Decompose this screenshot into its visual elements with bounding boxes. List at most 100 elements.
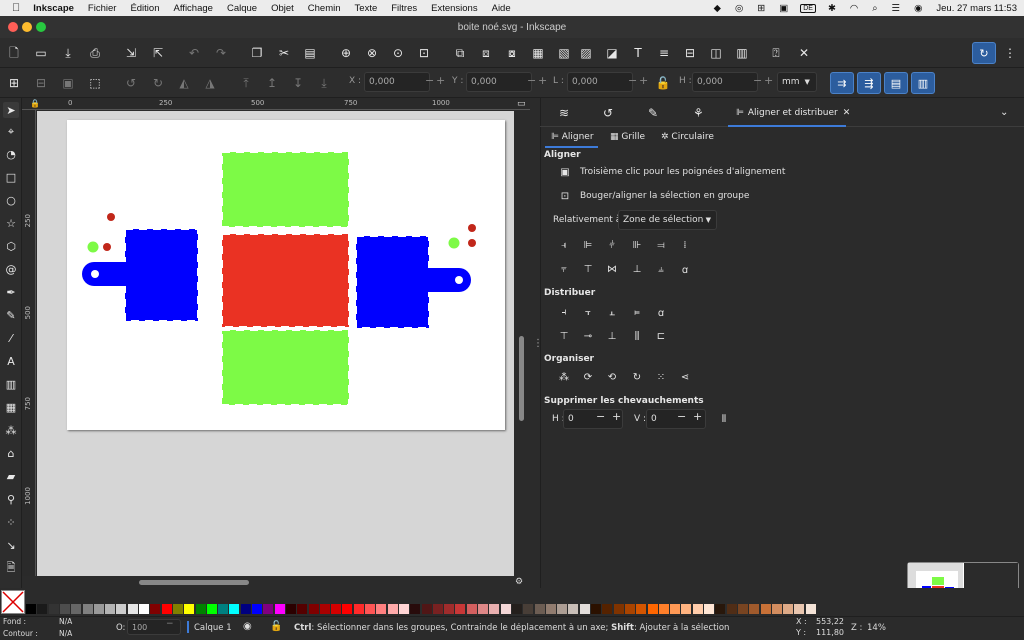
canvas-settings-icon[interactable]: ⚙: [515, 577, 523, 587]
color-swatch[interactable]: [82, 604, 93, 614]
center-horizontal-axis-icon[interactable]: ⋈: [605, 262, 619, 276]
color-swatch[interactable]: [229, 604, 240, 614]
move-gradient-button[interactable]: ▤: [884, 72, 908, 94]
align-bottom-edges-icon[interactable]: ⊥: [630, 262, 644, 276]
distribute-right-edges-icon[interactable]: ⫠: [605, 305, 619, 319]
align-baseline-icon[interactable]: ꭤ: [678, 262, 692, 276]
text-font-icon[interactable]: T: [630, 45, 646, 61]
color-swatch[interactable]: [760, 604, 771, 614]
keyboard-layout-badge[interactable]: DE: [800, 3, 816, 13]
align-left-edges-icon[interactable]: ⊫: [581, 238, 595, 252]
fill-value[interactable]: N/A: [59, 617, 72, 626]
layer-visibility-icon[interactable]: ◉: [243, 621, 252, 632]
distribute-gaps-h-icon[interactable]: ⫢: [630, 305, 644, 319]
color-swatch[interactable]: [500, 604, 511, 614]
star-tool-icon[interactable]: ☆: [3, 215, 19, 231]
y-decrement[interactable]: −: [527, 74, 536, 87]
menu-objet[interactable]: Objet: [264, 3, 301, 14]
redo-icon[interactable]: ↷: [213, 45, 229, 61]
preferences-icon[interactable]: ✕: [796, 45, 812, 61]
horizontal-scrollbar[interactable]: [37, 576, 514, 588]
deselect-all-icon[interactable]: ⬚: [87, 75, 103, 91]
randomize-icon[interactable]: ⁂: [557, 370, 571, 384]
color-swatch[interactable]: [726, 604, 737, 614]
color-swatch[interactable]: [783, 604, 794, 614]
paste-icon[interactable]: ▤: [302, 45, 318, 61]
cut-icon[interactable]: ✂: [276, 45, 292, 61]
layers-tab-icon[interactable]: ≋: [559, 106, 569, 120]
color-swatch[interactable]: [37, 604, 48, 614]
deselect-icon[interactable]: ▣: [60, 75, 76, 91]
current-layer[interactable]: Calque 1: [194, 623, 232, 633]
color-swatch[interactable]: [308, 604, 319, 614]
color-swatch[interactable]: [692, 604, 703, 614]
zoom-fit-icon[interactable]: ⊡: [416, 45, 432, 61]
display-tray-icon[interactable]: ▣: [772, 3, 795, 14]
flip-horizontal-icon[interactable]: ◭: [176, 75, 192, 91]
group-icon[interactable]: ▦: [530, 45, 546, 61]
mesh-tool-icon[interactable]: ▦: [3, 399, 19, 415]
arrange-connectors-icon[interactable]: ⋖: [678, 370, 692, 384]
find-replace-icon[interactable]: ⍰: [768, 45, 784, 61]
color-swatch[interactable]: [410, 604, 421, 614]
color-swatch[interactable]: [172, 604, 183, 614]
color-swatch[interactable]: [59, 604, 70, 614]
color-swatch[interactable]: [285, 604, 296, 614]
undo-icon[interactable]: ↶: [186, 45, 202, 61]
color-swatch[interactable]: [161, 604, 172, 614]
objects-icon[interactable]: ◫: [708, 45, 724, 61]
center-vertical-axis-icon[interactable]: ⫩: [605, 238, 619, 252]
color-swatch[interactable]: [387, 604, 398, 614]
export-icon[interactable]: ⇱: [150, 45, 166, 61]
width-decrement[interactable]: −: [628, 74, 637, 87]
raise-icon[interactable]: ↥: [264, 75, 280, 91]
color-swatch[interactable]: [297, 604, 308, 614]
zoom-value[interactable]: 14%: [867, 623, 886, 633]
color-swatch[interactable]: [127, 604, 138, 614]
save-document-icon[interactable]: ⤓: [60, 45, 76, 61]
color-swatch[interactable]: [206, 604, 217, 614]
color-swatch[interactable]: [398, 604, 409, 614]
unclump-icon[interactable]: ⁙: [654, 370, 668, 384]
color-swatch[interactable]: [489, 604, 500, 614]
color-swatch[interactable]: [704, 604, 714, 614]
color-swatch[interactable]: [523, 604, 534, 614]
color-swatch[interactable]: [252, 604, 262, 614]
apple-icon[interactable]: : [0, 2, 26, 14]
snap-toggle-button[interactable]: ↻: [972, 42, 996, 64]
menu-filtres[interactable]: Filtres: [384, 3, 424, 14]
move-pattern-button[interactable]: ▥: [911, 72, 935, 94]
color-swatch[interactable]: [602, 604, 613, 614]
lock-guides-icon[interactable]: 🔒: [30, 99, 40, 108]
color-swatch[interactable]: [613, 604, 624, 614]
bluetooth-icon[interactable]: ✱: [821, 3, 843, 14]
calligraphy-tool-icon[interactable]: ⁄: [3, 330, 19, 346]
lock-ratio-icon[interactable]: 🔓: [655, 75, 671, 91]
xml-editor-icon[interactable]: ⊟: [682, 45, 698, 61]
remove-overlaps-button-icon[interactable]: ⫴: [717, 412, 731, 426]
color-swatch[interactable]: [444, 604, 455, 614]
close-window-button[interactable]: [8, 22, 18, 32]
color-swatch[interactable]: [195, 604, 206, 614]
distribute-text-icon[interactable]: ⊏: [654, 329, 668, 343]
document-page[interactable]: [67, 120, 505, 430]
pen-tool-icon[interactable]: ✒: [3, 284, 19, 300]
third-click-toggle-icon[interactable]: ▣: [558, 165, 572, 179]
color-swatch[interactable]: [93, 604, 104, 614]
menu-app[interactable]: Inkscape: [26, 3, 81, 14]
spotlight-search-icon[interactable]: ⌕: [865, 3, 884, 14]
control-center-icon[interactable]: ☰: [885, 3, 908, 14]
color-swatch[interactable]: [749, 604, 760, 614]
color-swatch[interactable]: [432, 604, 443, 614]
exchange-selection-icon[interactable]: ⟳: [581, 370, 595, 384]
opacity-decrement[interactable]: −: [166, 619, 174, 629]
unlink-clone-icon[interactable]: ⧇: [504, 45, 520, 61]
exchange-zorder-icon[interactable]: ⟲: [605, 370, 619, 384]
duplicate-icon[interactable]: ⧉: [452, 45, 468, 61]
color-swatch[interactable]: [139, 604, 149, 614]
relative-to-select[interactable]: Zone de sélection ▼: [618, 210, 717, 230]
color-swatch[interactable]: [319, 604, 330, 614]
close-tab-icon[interactable]: ✕: [843, 108, 851, 118]
snap-options-icon[interactable]: ⋮: [1002, 45, 1018, 61]
scale-stroke-button[interactable]: ⇉: [830, 72, 854, 94]
